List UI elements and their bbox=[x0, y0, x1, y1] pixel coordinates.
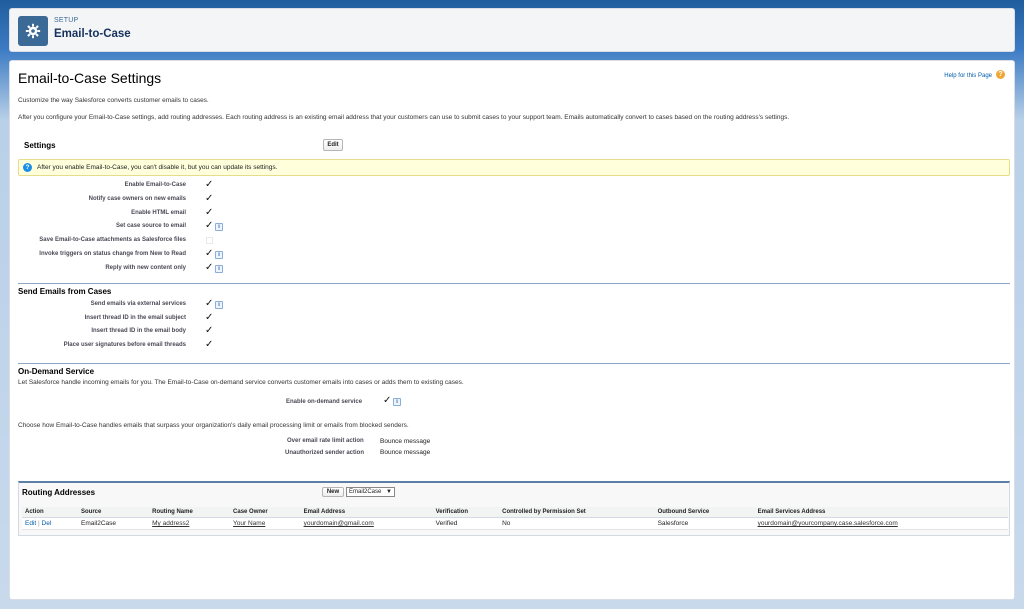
delete-link[interactable]: Del bbox=[42, 520, 52, 527]
check-icon: ✓ bbox=[205, 338, 214, 350]
table-row: Edit | Del Email2Case My address2 Your N… bbox=[22, 517, 1008, 530]
limit-description: Choose how Email-to-Case handles emails … bbox=[18, 422, 409, 429]
setup-label: SETUP bbox=[54, 17, 79, 24]
setting-label: Insert thread ID in the email subject bbox=[84, 314, 186, 321]
routing-addresses-panel: Routing Addresses New Email2Case ▼ Actio… bbox=[18, 481, 1010, 536]
settings-heading: Settings bbox=[24, 141, 56, 150]
info-icon: ? bbox=[23, 163, 32, 172]
column-header: Email Address bbox=[300, 507, 433, 518]
column-header: Verification bbox=[432, 507, 500, 518]
check-icon: ✓ bbox=[205, 192, 214, 204]
edit-link[interactable]: Edit bbox=[25, 520, 36, 527]
info-icon[interactable]: i bbox=[393, 398, 401, 406]
permission-set-cell: No bbox=[499, 517, 655, 530]
select-value: Email2Case bbox=[349, 489, 382, 495]
divider bbox=[18, 283, 1010, 284]
email-services-address-link[interactable]: yourdomain@yourcompany.case.salesforce.c… bbox=[758, 520, 898, 527]
column-header: Controlled by Permission Set bbox=[499, 507, 655, 518]
help-icon[interactable]: ? bbox=[996, 70, 1005, 79]
setting-label: Enable HTML email bbox=[131, 209, 186, 216]
divider bbox=[18, 363, 1010, 364]
over-limit-value: Bounce message bbox=[380, 438, 431, 445]
routing-name-link[interactable]: My address2 bbox=[152, 520, 189, 527]
check-icon: ✓ bbox=[205, 325, 214, 336]
over-limit-label: Over email rate limit action bbox=[287, 438, 364, 444]
chevron-down-icon: ▼ bbox=[386, 489, 392, 495]
info-icon[interactable]: i bbox=[215, 264, 223, 273]
new-button[interactable]: New bbox=[322, 487, 344, 497]
check-icon: ✓ bbox=[205, 311, 214, 323]
setting-label: Notify case owners on new emails bbox=[88, 195, 186, 202]
column-header: Case Owner bbox=[230, 507, 301, 518]
help-link[interactable]: Help for this Page bbox=[944, 73, 992, 79]
unauthorized-label: Unauthorized sender action bbox=[285, 450, 365, 456]
on-demand-description: Let Salesforce handle incoming emails fo… bbox=[18, 379, 464, 386]
email-address-link[interactable]: yourdomain@gmail.com bbox=[304, 520, 374, 527]
column-header: Email Services Address bbox=[754, 507, 1008, 518]
on-demand-heading: On-Demand Service bbox=[18, 367, 95, 376]
send-emails-heading: Send Emails from Cases bbox=[18, 287, 112, 296]
info-icon[interactable]: i bbox=[215, 223, 223, 232]
setting-label: Insert thread ID in the email body bbox=[91, 328, 186, 334]
setting-label: Set case source to email bbox=[115, 223, 186, 230]
check-icon: ✓ bbox=[205, 179, 214, 190]
routing-table: Action Source Routing Name Case Owner Email … bbox=[22, 507, 1008, 530]
check-icon: ✓ bbox=[205, 248, 214, 259]
info-icon[interactable]: i bbox=[215, 301, 223, 309]
intro-text-2: After you configure your Email-to-Case s… bbox=[18, 114, 790, 121]
check-icon: ✓ bbox=[205, 206, 214, 218]
check-icon: ✓ bbox=[205, 220, 214, 232]
verification-cell: Verified bbox=[432, 517, 500, 530]
routing-source-select[interactable]: Email2Case ▼ bbox=[346, 487, 395, 497]
info-icon[interactable]: i bbox=[215, 251, 223, 259]
header-title: Email-to-Case bbox=[54, 28, 131, 40]
table-header-row: Action Source Routing Name Case Owner Email … bbox=[22, 507, 1008, 518]
setup-header: SETUP Email-to-Case bbox=[9, 8, 1015, 52]
check-icon: ✓ bbox=[205, 298, 214, 309]
column-header: Action bbox=[22, 507, 78, 518]
info-banner-text: After you enable Email-to-Case, you can'… bbox=[37, 164, 278, 171]
setting-label: Reply with new content only bbox=[105, 264, 186, 271]
gear-icon bbox=[18, 16, 48, 46]
main-content: Email-to-Case Settings Help for this Pag… bbox=[9, 60, 1015, 600]
outbound-service-cell: Salesforce bbox=[654, 517, 755, 530]
case-owner-link[interactable]: Your Name bbox=[233, 520, 265, 527]
setting-label: Place user signatures before email threa… bbox=[63, 341, 186, 348]
unchecked-box bbox=[206, 237, 213, 245]
intro-text: Customize the way Salesforce converts cu… bbox=[18, 97, 209, 104]
action-separator: | bbox=[38, 520, 40, 527]
setting-label: Send emails via external services bbox=[90, 301, 186, 307]
routing-heading: Routing Addresses bbox=[22, 488, 96, 497]
column-header: Source bbox=[77, 507, 150, 518]
setting-label: Enable Email-to-Case bbox=[124, 182, 186, 188]
setting-label: Invoke triggers on status change from Ne… bbox=[39, 251, 186, 257]
on-demand-check-icon: ✓ bbox=[383, 395, 392, 406]
unauthorized-value: Bounce message bbox=[380, 449, 431, 456]
column-header: Outbound Service bbox=[654, 507, 755, 518]
page-title: Email-to-Case Settings bbox=[18, 70, 162, 86]
info-banner: ? After you enable Email-to-Case, you ca… bbox=[18, 159, 1010, 176]
edit-button[interactable]: Edit bbox=[323, 139, 343, 151]
action-cell: Edit | Del bbox=[22, 517, 78, 530]
enable-on-demand-label: Enable on-demand service bbox=[286, 399, 363, 405]
setting-label: Save Email-to-Case attachments as Salesf… bbox=[39, 237, 186, 244]
check-icon: ✓ bbox=[205, 261, 214, 273]
column-header: Routing Name bbox=[149, 507, 231, 518]
source-cell: Email2Case bbox=[77, 517, 150, 530]
